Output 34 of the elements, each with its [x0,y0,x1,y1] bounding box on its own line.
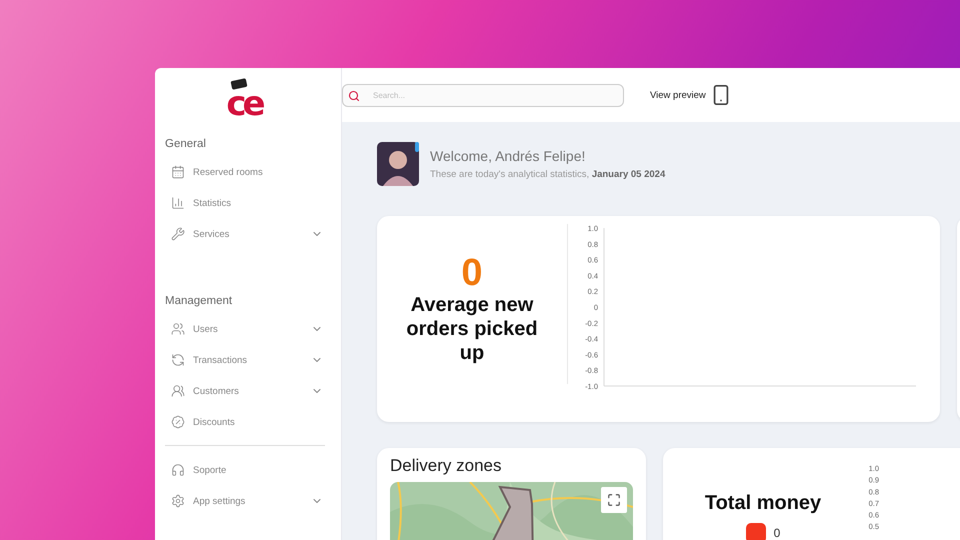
settings-icon [171,494,185,508]
calendar-icon [171,165,185,179]
view-preview-button[interactable]: View preview [650,84,732,106]
sidebar-item[interactable]: Soporte [171,462,323,478]
group-icon [171,384,185,398]
avatar [377,142,419,186]
section-title: Management [165,295,234,307]
card-title: Delivery zones [390,456,502,476]
welcome-title: Welcome, Andrés Felipe! [430,148,586,164]
welcome-subtitle: These are today's analytical statistics, January 05 2024 [430,169,666,180]
bar-chart-icon [171,196,185,210]
tools-icon [171,227,185,241]
fullscreen-icon [607,493,621,507]
section-title: General [165,138,207,150]
sidebar-item[interactable]: Services [171,226,323,242]
card-title: Total money [704,492,822,515]
legend-label: 0 [774,526,780,540]
search-icon [348,90,360,102]
sidebar-item[interactable]: Users [171,321,323,337]
headphones-icon [171,463,185,477]
fullscreen-button[interactable] [601,487,627,513]
logo: ce [226,78,266,118]
sidebar-item[interactable]: Discounts [171,414,323,430]
users-icon [171,322,185,336]
stat-label: Average new orders picked up [405,293,539,365]
sidebar-item[interactable]: Transactions [171,352,323,368]
refresh-icon [171,353,185,367]
search-field[interactable]: Search... [342,84,624,106]
stat-value: 0 [461,253,483,293]
sidebar-item[interactable]: Statistics [171,195,323,211]
sidebar-item[interactable]: Customers [171,383,323,399]
sidebar-item[interactable]: App settings [171,493,323,509]
sidebar-item[interactable]: Reserved rooms [171,164,323,180]
percent-badge-icon [171,415,185,429]
